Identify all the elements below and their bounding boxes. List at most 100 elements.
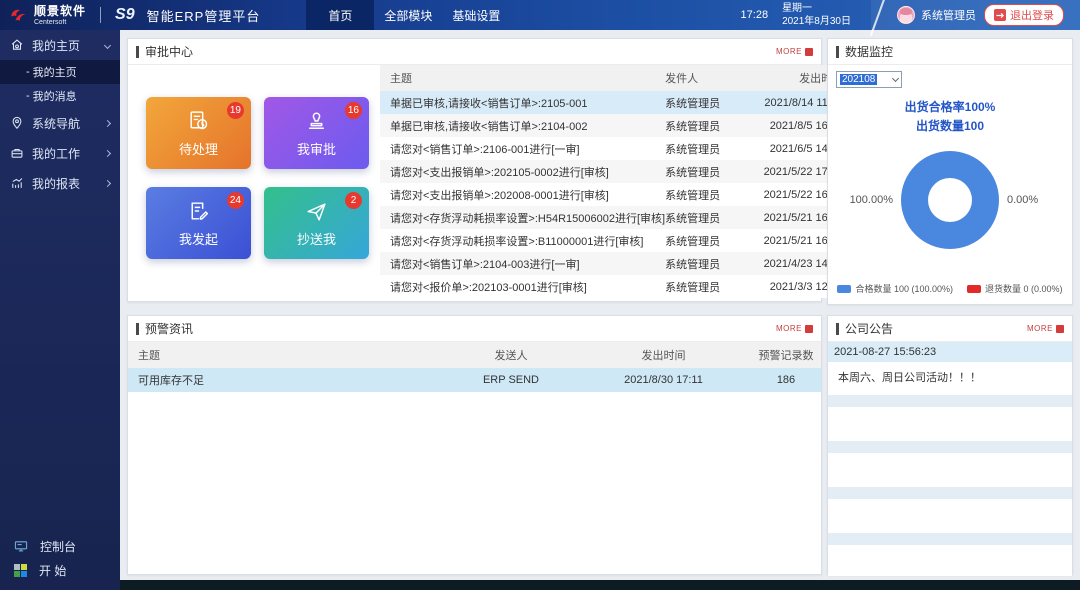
col-sender: 发件人 bbox=[665, 70, 755, 86]
tab-all-modules[interactable]: 全部模块 bbox=[374, 0, 442, 30]
main-nav: 首页 全部模块 基础设置 bbox=[306, 0, 510, 30]
logout-button[interactable]: 退出登录 bbox=[984, 4, 1064, 26]
briefcase-icon bbox=[10, 146, 24, 160]
empty-announcement-stripe bbox=[828, 487, 1072, 499]
my-approvals-count-badge: 16 bbox=[345, 102, 362, 119]
col-subject: 主题 bbox=[380, 70, 665, 86]
company-name-en: Centersoft bbox=[34, 19, 86, 26]
announcement-content: 本周六、周日公司活动！！！ bbox=[828, 362, 1072, 392]
chevron-right-icon bbox=[104, 119, 111, 126]
col-sender: 发送人 bbox=[446, 347, 576, 363]
month-select-value: 202108 bbox=[840, 74, 877, 85]
alerts-more-link[interactable]: MORE bbox=[776, 324, 813, 333]
initiated-count-badge: 24 bbox=[227, 192, 244, 209]
table-row[interactable]: 请您对<支出报销单>:202105-0002进行[审核] 系统管理员 2021/… bbox=[380, 160, 859, 183]
sidebar-subitem-my-messages[interactable]: 我的消息 bbox=[0, 84, 120, 108]
tile-pending[interactable]: 19 待处理 bbox=[146, 97, 251, 169]
tab-basic-settings[interactable]: 基础设置 bbox=[442, 0, 510, 30]
chevron-down-icon bbox=[892, 75, 899, 82]
approval-more-link[interactable]: MORE bbox=[776, 47, 813, 56]
sidebar-subitem-label: 我的消息 bbox=[33, 88, 77, 104]
sidebar-item-label: 我的工作 bbox=[32, 145, 97, 162]
tile-label: 我审批 bbox=[297, 139, 336, 158]
legend-label: 合格数量 100 (100.00%) bbox=[855, 282, 953, 295]
sidebar-footer: 控制台 开 始 bbox=[0, 534, 120, 582]
logout-icon bbox=[994, 9, 1006, 21]
pending-count-badge: 19 bbox=[227, 102, 244, 119]
company-name: 顺景软件 bbox=[34, 5, 86, 17]
map-pin-icon bbox=[10, 116, 24, 130]
table-row[interactable]: 单据已审核,请接收<销售订单>:2105-001 系统管理员 2021/8/14… bbox=[380, 91, 859, 114]
stamp-icon bbox=[304, 109, 329, 134]
company-logo-icon bbox=[8, 5, 28, 25]
more-label: MORE bbox=[1027, 324, 1053, 333]
pass-rate-text: 出货合格率100% bbox=[836, 98, 1064, 117]
donut-hole bbox=[928, 178, 972, 222]
empty-announcement-stripe bbox=[828, 441, 1072, 453]
chevron-right-icon bbox=[104, 149, 111, 156]
taskbar-strip bbox=[120, 580, 1080, 590]
tile-cc-to-me[interactable]: 2 抄送我 bbox=[264, 187, 369, 259]
empty-announcement-slot bbox=[828, 453, 1072, 484]
table-row[interactable]: 请您对<销售订单>:2104-003进行[一审] 系统管理员 2021/4/23… bbox=[380, 252, 859, 275]
panel-title: 公司公告 bbox=[836, 320, 893, 337]
chevron-right-icon bbox=[104, 179, 111, 186]
donut-label-right: 0.00% bbox=[1007, 194, 1057, 206]
table-row[interactable]: 请您对<存货浮动耗损率设置>:B11000001进行[审核] 系统管理员 202… bbox=[380, 229, 859, 252]
logout-label: 退出登录 bbox=[1010, 7, 1054, 23]
start-button[interactable]: 开 始 bbox=[0, 558, 120, 582]
legend-item-pass: 合格数量 100 (100.00%) bbox=[837, 282, 953, 295]
legend-label: 退货数量 0 (0.00%) bbox=[985, 282, 1063, 295]
tab-home[interactable]: 首页 bbox=[306, 0, 374, 30]
table-row[interactable]: 可用库存不足 ERP SEND 2021/8/30 17:11 186 bbox=[128, 368, 821, 392]
start-icon bbox=[14, 564, 27, 577]
shipment-stats: 出货合格率100% 出货数量100 bbox=[836, 98, 1064, 135]
sidebar-item-my-home[interactable]: 我的主页 bbox=[0, 30, 120, 60]
panel-title: 数据监控 bbox=[836, 43, 893, 60]
avatar[interactable] bbox=[897, 6, 915, 24]
clock: 17:28 bbox=[741, 9, 769, 21]
month-select[interactable]: 202108 bbox=[836, 71, 902, 88]
cc-count-badge: 2 bbox=[345, 192, 362, 209]
console-button[interactable]: 控制台 bbox=[0, 534, 120, 558]
sidebar-item-label: 我的报表 bbox=[32, 175, 97, 192]
sidebar-subitem-my-home[interactable]: 我的主页 bbox=[0, 60, 120, 84]
approval-center-panel: 审批中心 MORE 19 待处理 16 我审批 bbox=[127, 38, 822, 302]
col-record-count: 预警记录数 bbox=[751, 347, 821, 363]
more-label: MORE bbox=[776, 324, 802, 333]
topbar: 顺景软件 Centersoft S9 智能ERP管理平台 首页 全部模块 基础设… bbox=[0, 0, 1080, 30]
divider bbox=[100, 7, 101, 23]
tile-my-approvals[interactable]: 16 我审批 bbox=[264, 97, 369, 169]
more-icon bbox=[805, 325, 813, 333]
console-label: 控制台 bbox=[40, 538, 76, 555]
table-row[interactable]: 单据已审核,请接收<销售订单>:2104-002 系统管理员 2021/8/5 … bbox=[380, 114, 859, 137]
legend-swatch-red bbox=[967, 285, 981, 293]
sidebar-item-my-work[interactable]: 我的工作 bbox=[0, 138, 120, 168]
data-monitor-panel: 数据监控 202108 出货合格率100% 出货数量100 100.00% 0.… bbox=[827, 38, 1073, 305]
legend-item-return: 退货数量 0 (0.00%) bbox=[967, 282, 1063, 295]
announcement-date[interactable]: 2021-08-27 15:56:23 bbox=[828, 342, 1072, 362]
diagonal-divider bbox=[870, 0, 886, 36]
date-block: 星期一 2021年8月30日 bbox=[782, 2, 851, 28]
table-row[interactable]: 请您对<支出报销单>:202008-0001进行[审核] 系统管理员 2021/… bbox=[380, 183, 859, 206]
tile-initiated-by-me[interactable]: 24 我发起 bbox=[146, 187, 251, 259]
doc-clock-icon bbox=[186, 109, 211, 134]
sidebar-item-my-reports[interactable]: 我的报表 bbox=[0, 168, 120, 198]
start-label: 开 始 bbox=[39, 562, 66, 579]
donut-label-left: 100.00% bbox=[843, 194, 893, 206]
username: 系统管理员 bbox=[921, 7, 976, 23]
doc-edit-icon bbox=[186, 199, 211, 224]
more-icon bbox=[805, 48, 813, 56]
more-icon bbox=[1056, 325, 1064, 333]
empty-announcement-slot bbox=[828, 499, 1072, 530]
table-row[interactable]: 请您对<销售订单>:2106-001进行[一审] 系统管理员 2021/6/5 … bbox=[380, 137, 859, 160]
legend-swatch-blue bbox=[837, 285, 851, 293]
home-icon bbox=[10, 38, 24, 52]
col-time: 发出时间 bbox=[576, 347, 751, 363]
approval-tiles: 19 待处理 16 我审批 24 bbox=[128, 65, 380, 302]
sidebar-item-system-nav[interactable]: 系统导航 bbox=[0, 108, 120, 138]
table-row[interactable]: 请您对<存货浮动耗损率设置>:H54R15006002进行[审核] 系统管理员 … bbox=[380, 206, 859, 229]
monitor-icon bbox=[14, 539, 28, 553]
table-row[interactable]: 请您对<报价单>:202103-0001进行[审核] 系统管理员 2021/3/… bbox=[380, 275, 859, 298]
announcements-more-link[interactable]: MORE bbox=[1027, 324, 1064, 333]
